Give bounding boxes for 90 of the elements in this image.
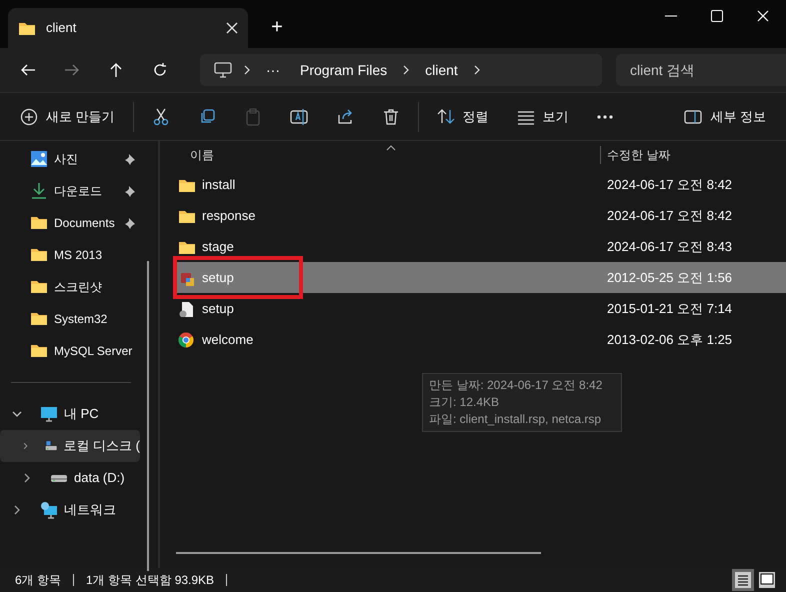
date-cell-text: 2024-06-17 오전 8:43 xyxy=(607,238,732,256)
refresh-icon xyxy=(152,62,168,78)
minimize-icon xyxy=(665,15,677,17)
search-field[interactable]: client 검색 xyxy=(616,54,786,86)
preview-view-button[interactable] xyxy=(756,569,778,591)
date-cell-text: 2015-01-21 오전 7:14 xyxy=(607,300,732,318)
chevron-icon xyxy=(22,441,29,451)
tooltip-text: 파일: client_install.rsp, netca.rsp xyxy=(429,411,602,428)
sidebar-item[interactable]: MySQL Server xyxy=(0,335,146,367)
list-icon xyxy=(734,571,752,589)
monitor-icon xyxy=(40,405,58,423)
tree-item[interactable]: 로컬 디스크 ( xyxy=(0,430,140,462)
file-name: welcome xyxy=(202,330,254,349)
file-row[interactable]: response 2024-06-17 오전 8:42 xyxy=(174,200,786,231)
file-name: setup xyxy=(202,300,234,318)
file-row[interactable]: welcome 2013-02-06 오후 1:25 xyxy=(174,324,786,355)
view-button[interactable]: 보기 xyxy=(506,100,579,134)
file-name: install xyxy=(202,176,236,194)
tree-item[interactable]: 네트워크 xyxy=(0,494,140,526)
sort-caret-icon xyxy=(386,145,396,151)
tree-item[interactable]: 내 PC xyxy=(0,398,140,430)
trash-icon xyxy=(382,108,400,126)
file-name: response xyxy=(202,206,256,225)
maximize-icon xyxy=(711,10,723,22)
tree-item[interactable]: data (D:) xyxy=(0,462,140,494)
date-cell-text: 2024-06-17 오전 8:42 xyxy=(607,176,732,194)
share-icon xyxy=(336,108,354,126)
chrome-icon xyxy=(178,332,196,348)
computer-icon xyxy=(214,62,232,78)
sort-icon xyxy=(436,108,455,126)
folder-icon xyxy=(30,342,48,360)
folder-icon xyxy=(30,246,48,264)
date-cell-text: 2024-06-17 오전 8:42 xyxy=(607,206,732,225)
chevron-icon xyxy=(474,65,480,75)
window-icon xyxy=(758,571,776,589)
chevron-icon xyxy=(403,65,410,75)
arrow-up-icon xyxy=(108,62,124,78)
arrow-right-icon xyxy=(64,62,80,78)
date-cell-text: 2012-05-25 오전 1:56 xyxy=(607,268,732,287)
tooltip-text: 만든 날짜: 2024-06-17 오전 8:42 xyxy=(429,377,604,394)
breadcrumb[interactable]: Program Files xyxy=(296,60,392,80)
overflow-button[interactable]: ··· xyxy=(262,60,284,80)
plus-icon xyxy=(20,108,38,126)
details-button[interactable]: 세부 정보 xyxy=(674,100,776,134)
file-name: setup xyxy=(202,268,234,287)
column-header[interactable]: 수정한 날짜 xyxy=(600,146,670,164)
folder-icon xyxy=(30,310,48,328)
chevron-icon xyxy=(244,65,250,75)
arrow-left-icon xyxy=(20,62,36,78)
network-icon xyxy=(40,501,58,519)
tooltip-text: 크기: 12.4KB xyxy=(429,394,500,411)
new-button[interactable]: 새로 만들기 xyxy=(10,100,125,134)
more-icon xyxy=(596,114,613,118)
close-icon xyxy=(226,22,238,34)
sort-button[interactable]: 정렬 xyxy=(426,100,499,134)
selected-row[interactable]: setup 2012-05-25 오전 1:56 xyxy=(174,262,786,293)
status-text: 1개 항목 선택함 93.9KB xyxy=(86,572,214,589)
address-bar[interactable]: ··· Program Files client xyxy=(200,54,602,86)
sidebar-item[interactable]: 다운로드 xyxy=(0,175,146,207)
status-text: 6개 항목 xyxy=(15,572,62,589)
file-row[interactable]: stage 2024-06-17 오전 8:43 xyxy=(174,231,786,262)
picture-icon xyxy=(30,150,48,168)
download-icon xyxy=(30,182,48,200)
column-header[interactable]: 이름 xyxy=(160,146,600,164)
sidebar-item[interactable]: MS 2013 xyxy=(0,239,146,271)
sidebar-item[interactable]: Documents xyxy=(0,207,146,239)
tab-title: client xyxy=(46,19,78,38)
sidebar-item[interactable]: System32 xyxy=(0,303,146,335)
scissors-icon xyxy=(152,108,170,126)
breadcrumb[interactable]: client xyxy=(421,60,462,80)
drive-icon xyxy=(50,474,68,482)
new-tab-button[interactable]: + xyxy=(260,10,294,44)
chevron-icon xyxy=(12,409,22,419)
clipboard-icon xyxy=(244,108,262,126)
panel-icon xyxy=(684,108,702,126)
sidebar-item[interactable]: 스크린샷 xyxy=(0,271,146,303)
folder-icon xyxy=(30,214,48,232)
sidebar-item[interactable]: 사진 xyxy=(0,143,146,175)
rename-icon xyxy=(290,108,308,126)
folder-icon xyxy=(30,278,48,296)
chevron-icon xyxy=(12,505,22,515)
chevron-icon xyxy=(22,473,32,483)
details-view-button[interactable] xyxy=(732,569,754,591)
date-cell-text: 2013-02-06 오후 1:25 xyxy=(607,330,732,349)
close-icon xyxy=(757,10,769,22)
folder-icon xyxy=(18,20,36,36)
file-name: stage xyxy=(202,238,234,256)
tab[interactable]: client xyxy=(8,8,248,48)
file-row[interactable]: install 2024-06-17 오전 8:42 xyxy=(174,169,786,200)
file-row[interactable]: setup 2015-01-21 오전 7:14 xyxy=(174,293,786,324)
